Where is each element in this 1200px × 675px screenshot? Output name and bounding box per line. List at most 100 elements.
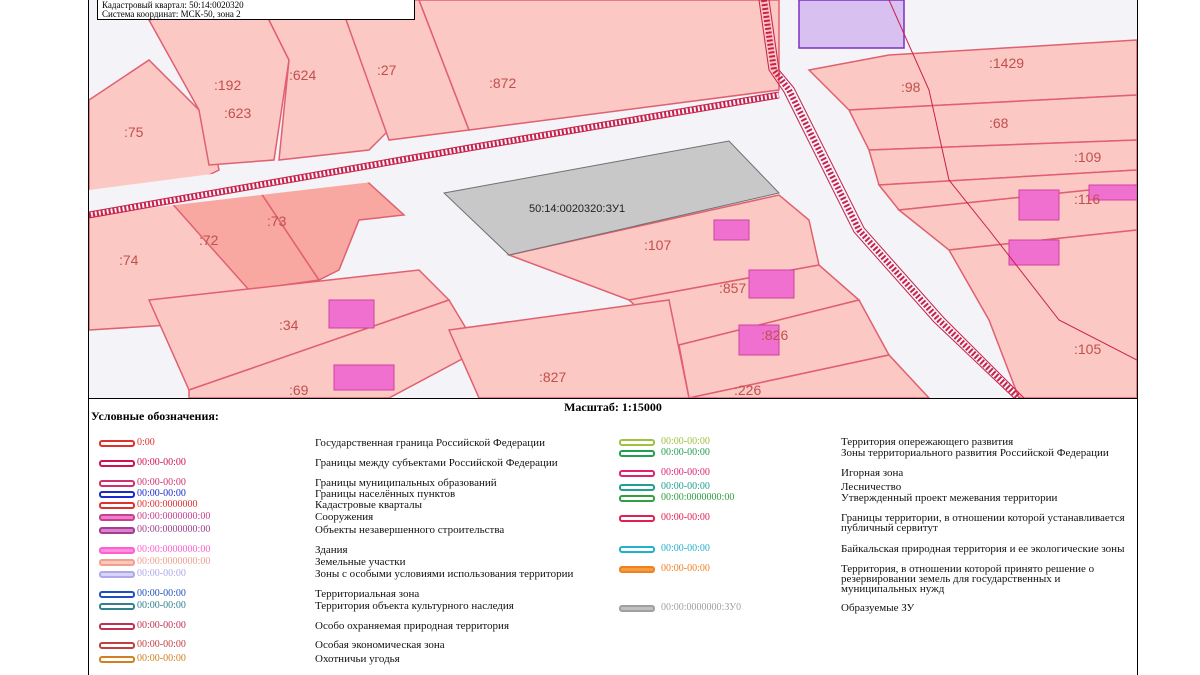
new-parcel-label: 50:14:0020320:ЗУ1: [529, 203, 625, 215]
legend-symbol-icon: [99, 491, 135, 498]
legend-description: Территориальная зона: [315, 588, 420, 600]
parcel-label: :1429: [989, 55, 1024, 71]
legend-description: Лесничество: [841, 481, 902, 493]
coordinate-system: Система координат: МСК-50, зона 2: [102, 9, 241, 19]
parcel-label: :74: [119, 252, 139, 268]
legend-code: 00:00-00:00: [661, 512, 710, 523]
parcel-label: :192: [214, 77, 241, 93]
parcel-label: :68: [989, 115, 1009, 131]
legend-symbol-icon: [619, 450, 655, 457]
legend-symbol-icon: [619, 605, 655, 612]
legend-description: Охотничьи угодья: [315, 653, 400, 665]
legend-description: Границы между субъектами Российской Феде…: [315, 457, 558, 469]
parcel-label: :827: [539, 369, 566, 385]
legend-description: Государственная граница Российской Федер…: [315, 437, 545, 449]
parcel-label: :624: [289, 67, 316, 83]
parcel-label: :34: [279, 317, 299, 333]
legend-code: 00:00-00:00: [661, 563, 710, 574]
parcel-label: :107: [644, 237, 671, 253]
map-scale: Масштаб: 1:15000: [564, 400, 662, 414]
building: [713, 219, 750, 241]
legend-symbol-icon: [99, 642, 135, 649]
legend-symbol-icon: [99, 591, 135, 598]
legend-title: Условные обозначения:: [91, 409, 219, 423]
legend-symbol-icon: [99, 480, 135, 487]
legend-description: Особая экономическая зона: [315, 639, 445, 651]
building: [328, 299, 375, 329]
legend-code: 00:00-00:00: [661, 481, 710, 492]
building: [1018, 189, 1060, 221]
legend-symbol-icon: [619, 495, 655, 502]
building: [748, 269, 795, 299]
legend-code: 00:00:0000000:00: [137, 544, 211, 555]
building: [333, 364, 395, 391]
legend-symbol-icon: [99, 559, 135, 566]
parcel-label: :826: [761, 327, 788, 343]
legend-symbol-icon: [99, 460, 135, 467]
parcel-label: :72: [199, 232, 219, 248]
legend-description: Объекты незавершенного строительства: [315, 524, 505, 536]
map-canvas: :192 :624 :27 :872 :623 :75 :1429 :98 :6…: [89, 0, 1137, 398]
parcel-827: [447, 299, 690, 398]
legend-code: 00:00-00:00: [661, 436, 710, 447]
parcel-label: :857: [719, 280, 746, 296]
legend-symbol-icon: [99, 527, 135, 534]
legend-symbol-icon: [99, 656, 135, 663]
parcel-label: :872: [489, 75, 516, 91]
legend-description: Здания: [315, 544, 348, 556]
parcel-label: :623: [224, 105, 251, 121]
legend-code: 00:00-00:00: [661, 467, 710, 478]
legend-description: Зоны территориального развития Российско…: [841, 447, 1109, 459]
parcel-label: :116: [1074, 191, 1100, 207]
legend-code: 00:00:0000000:ЗУ0: [661, 602, 742, 613]
parcel-label: :27: [377, 62, 397, 78]
legend-description: Сооружения: [315, 511, 374, 523]
legend-code: 00:00:0000000:00: [137, 556, 211, 567]
legend-description: Территория объекта культурного наследия: [315, 600, 514, 612]
legend-description: Особо охраняемая природная территория: [315, 620, 510, 632]
legend-symbol-icon: [99, 514, 135, 521]
legend-code: 00:00-00:00: [661, 447, 710, 458]
legend-code: 00:00:0000000:00: [661, 492, 735, 503]
legend-symbol-icon: [99, 502, 135, 509]
legend-code: 00:00:0000000:00: [137, 524, 211, 535]
legend-symbol-icon: [619, 515, 655, 522]
legend-code: 00:00-00:00: [137, 600, 186, 611]
legend-description: Утвержденный проект межевания территории: [841, 492, 1058, 504]
parcel-label: :69: [289, 382, 309, 398]
building: [1008, 239, 1060, 266]
legend-symbol-icon: [99, 623, 135, 630]
legend-description: Байкальская природная территория и ее эк…: [841, 543, 1125, 555]
cadastral-map[interactable]: :192 :624 :27 :872 :623 :75 :1429 :98 :6…: [89, 0, 1137, 399]
legend-code: 00:00-00:00: [661, 543, 710, 554]
legend-symbol-icon: [99, 571, 135, 578]
legend-symbol-icon: [99, 440, 135, 447]
special-zone: [798, 0, 905, 49]
legend-description: Игорная зона: [841, 467, 904, 479]
legend-code: 00:00:0000000:00: [137, 511, 211, 522]
parcel-label: :98: [901, 79, 921, 95]
legend-code: 00:00-00:00: [137, 477, 186, 488]
legend-code: 0:00: [137, 437, 155, 448]
legend-symbol-icon: [619, 470, 655, 477]
legend-symbol-icon: [619, 566, 655, 573]
legend-symbol-icon: [99, 603, 135, 610]
legend-code: 00:00-00:00: [137, 488, 186, 499]
parcel-label: :109: [1074, 149, 1101, 165]
legend-code: 00:00-00:00: [137, 620, 186, 631]
quarter-info-box: Кадастровый квартал: 50:14:0020320 Систе…: [97, 0, 415, 20]
parcel-label: :105: [1074, 341, 1101, 357]
parcel-label: :75: [124, 124, 144, 140]
legend-description: Границы муниципальных образований: [315, 477, 497, 489]
legend-code: 00:00-00:00: [137, 568, 186, 579]
legend-description: Территория опережающего развития: [841, 436, 1014, 448]
legend-code: 00:00-00:00: [137, 457, 186, 468]
legend-symbol-icon: [619, 439, 655, 446]
legend-description: Кадастровые кварталы: [315, 499, 423, 511]
parcel-label: :73: [267, 213, 287, 229]
parcel-label: :226: [734, 382, 761, 398]
legend-code: 00:00:0000000: [137, 499, 198, 510]
document-page: :192 :624 :27 :872 :623 :75 :1429 :98 :6…: [88, 0, 1138, 675]
legend-code: 00:00-00:00: [137, 639, 186, 650]
legend-description: Границы территории, в отношении которой …: [841, 512, 1125, 534]
